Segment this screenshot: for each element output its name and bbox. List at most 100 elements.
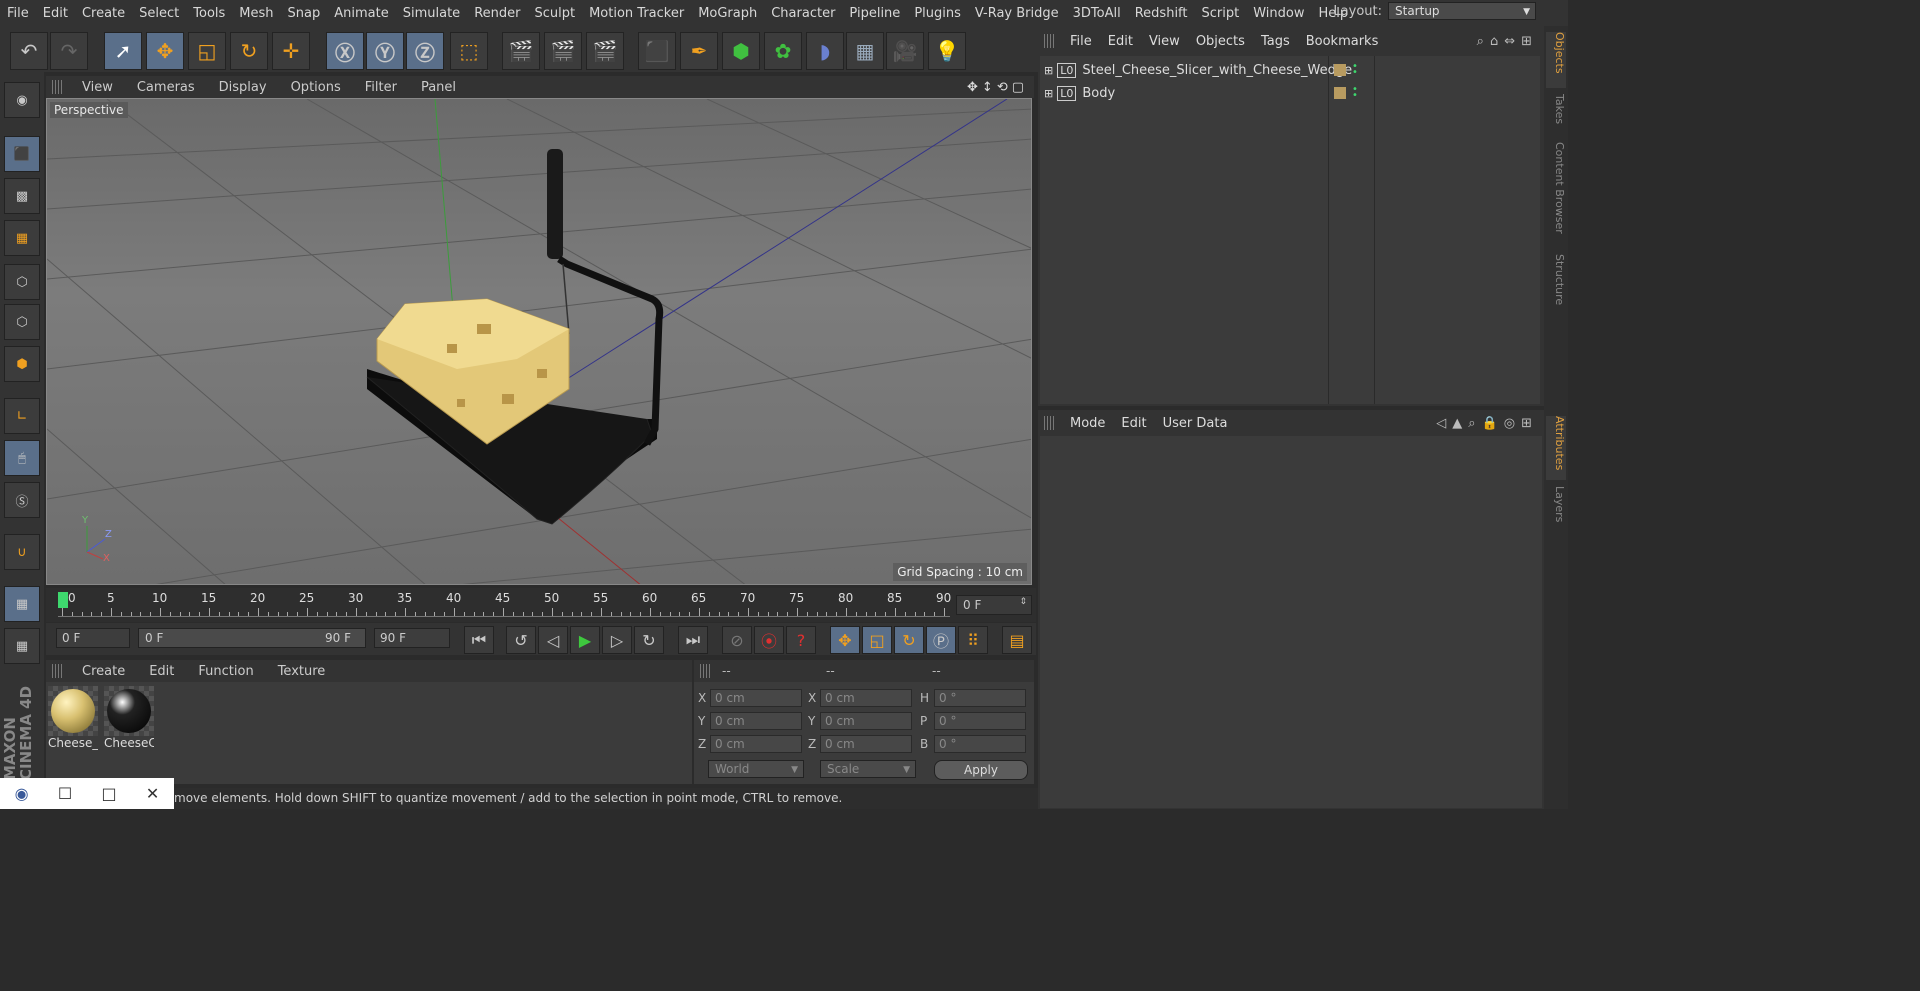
layout-dropdown[interactable]: Startup ▼ [1388,2,1536,20]
menu-create[interactable]: Create [75,6,132,21]
tweak-mode-button[interactable]: 🖱 [4,440,40,476]
object-manager-tool-icons[interactable]: ⌕⌂⇔⊞ [1477,34,1544,49]
material-menu-function[interactable]: Function [186,664,265,679]
coord-mode-dropdown[interactable]: Scale ▼ [820,760,916,778]
tab-attributes[interactable]: Attributes [1546,416,1566,480]
render-view-button[interactable]: 🎬 [502,32,540,70]
menu-edit[interactable]: Edit [36,6,75,21]
rotation-p-field[interactable]: 0 ° [934,712,1026,730]
position-y-field[interactable]: 0 cm [710,712,802,730]
menu-simulate[interactable]: Simulate [396,6,467,21]
pen-button[interactable]: ✒ [680,32,718,70]
lock-workplane-button[interactable]: ▦ [4,586,40,622]
transform-button[interactable]: ✛ [272,32,310,70]
prev-frame-button[interactable]: ◁ [538,626,568,654]
menu-pipeline[interactable]: Pipeline [842,6,907,21]
live-selection-button[interactable]: ➚ [104,32,142,70]
objects-menu-bookmarks[interactable]: Bookmarks [1298,34,1387,49]
objects-menu-file[interactable]: File [1062,34,1100,49]
viewport-menu-filter[interactable]: Filter [353,80,409,95]
viewport-menu-panel[interactable]: Panel [409,80,468,95]
edges-mode-button[interactable]: ⬡ [4,304,40,340]
subdivision-button[interactable]: ⬢ [722,32,760,70]
texture-mode-button[interactable]: ▩ [4,178,40,214]
playhead[interactable] [58,592,68,608]
undo-button[interactable]: ↶ [10,32,48,70]
size-z-field[interactable]: 0 cm [820,735,912,753]
timeline-window-button[interactable]: ▤ [1002,626,1032,654]
visibility-dots-icon[interactable]: • • [1352,85,1358,101]
key-scale-button[interactable]: ◱ [862,626,892,654]
material-menu-texture[interactable]: Texture [266,664,338,679]
scale-button[interactable]: ◱ [188,32,226,70]
objects-menu-objects[interactable]: Objects [1188,34,1253,49]
goto-end-button[interactable]: ⏭ [678,626,708,654]
next-frame-button[interactable]: ▷ [602,626,632,654]
render-picture-viewer-button[interactable]: 🎬 [544,32,582,70]
menu-character[interactable]: Character [764,6,842,21]
object-row[interactable]: ⊞ L0 Body • • [1040,82,1540,104]
redo-button[interactable]: ↷ [50,32,88,70]
objects-menu-tags[interactable]: Tags [1253,34,1298,49]
key-rotation-button[interactable]: ↻ [894,626,924,654]
tab-layers[interactable]: Layers [1546,486,1566,530]
position-z-field[interactable]: 0 cm [710,735,802,753]
record-disabled-button[interactable]: ⊘ [722,626,752,654]
rotate-button[interactable]: ↻ [230,32,268,70]
viewport-perspective[interactable]: Y Z X Perspective Grid Spacing : 10 cm [46,98,1032,585]
attribute-tool-icons[interactable]: ◁▲⌕🔒◎⊞ [1436,416,1544,431]
material-menu-edit[interactable]: Edit [137,664,186,679]
tab-takes[interactable]: Takes [1546,94,1566,134]
layer-color-swatch[interactable] [1334,64,1346,76]
menu-redshift[interactable]: Redshift [1128,6,1195,21]
key-pla-button[interactable]: ⠿ [958,626,988,654]
menu-motion-tracker[interactable]: Motion Tracker [582,6,691,21]
visibility-dots-icon[interactable]: • • [1352,62,1358,78]
autokey-button[interactable]: ⦿ [754,626,784,654]
viewport-menu-cameras[interactable]: Cameras [125,80,207,95]
polygons-mode-button[interactable]: ⬢ [4,346,40,382]
rotation-h-field[interactable]: 0 ° [934,689,1026,707]
tab-objects[interactable]: Objects [1546,32,1566,88]
material-swatch[interactable]: CheeseC [104,686,154,752]
workplane-mode-button[interactable]: ▦ [4,220,40,256]
axis-mode-button[interactable]: ∟ [4,398,40,434]
cube-button[interactable]: ⬛ [638,32,676,70]
layer-color-swatch[interactable] [1334,87,1346,99]
objects-menu-edit[interactable]: Edit [1100,34,1141,49]
move-button[interactable]: ✥ [146,32,184,70]
menu-window[interactable]: Window [1246,6,1311,21]
y-axis-button[interactable]: Ⓨ [366,32,404,70]
current-frame-field[interactable]: 0 F ⇕ [956,595,1032,615]
menu-snap[interactable]: Snap [281,6,328,21]
viewport-menu-view[interactable]: View [70,80,125,95]
menu-file[interactable]: File [0,6,36,21]
object-row[interactable]: ⊞ L0 Steel_Cheese_Slicer_with_Cheese_Wed… [1040,59,1540,81]
model-mode-button[interactable]: ⬛ [4,136,40,172]
next-key-button[interactable]: ↻ [634,626,664,654]
cloner-button[interactable]: ✿ [764,32,802,70]
menu-sculpt[interactable]: Sculpt [527,6,582,21]
apply-button[interactable]: Apply [934,760,1028,780]
make-editable-button[interactable]: ◉ [4,82,40,118]
key-parameter-button[interactable]: Ⓟ [926,626,956,654]
material-swatch[interactable]: Cheese_ [48,686,98,752]
position-x-field[interactable]: 0 cm [710,689,802,707]
tab-structure[interactable]: Structure [1546,254,1566,314]
viewport-menu-display[interactable]: Display [207,80,279,95]
size-y-field[interactable]: 0 cm [820,712,912,730]
keyframe-selection-button[interactable]: ? [786,626,816,654]
prev-key-button[interactable]: ↺ [506,626,536,654]
close-window-button[interactable]: ✕ [146,784,159,803]
menu-vray-bridge[interactable]: V-Ray Bridge [968,6,1066,21]
camera-button[interactable]: 🎥 [886,32,924,70]
attributes-menu-user-data[interactable]: User Data [1155,416,1236,431]
points-mode-button[interactable]: ⬡ [4,264,40,300]
z-axis-button[interactable]: Ⓩ [406,32,444,70]
menu-animate[interactable]: Animate [327,6,395,21]
solo-button[interactable]: Ⓢ [4,482,40,518]
snap-button[interactable]: ∪ [4,534,40,570]
expand-icon[interactable]: ⊞ [1044,87,1053,100]
expand-icon[interactable]: ⊞ [1044,64,1053,77]
attributes-menu-edit[interactable]: Edit [1113,416,1154,431]
